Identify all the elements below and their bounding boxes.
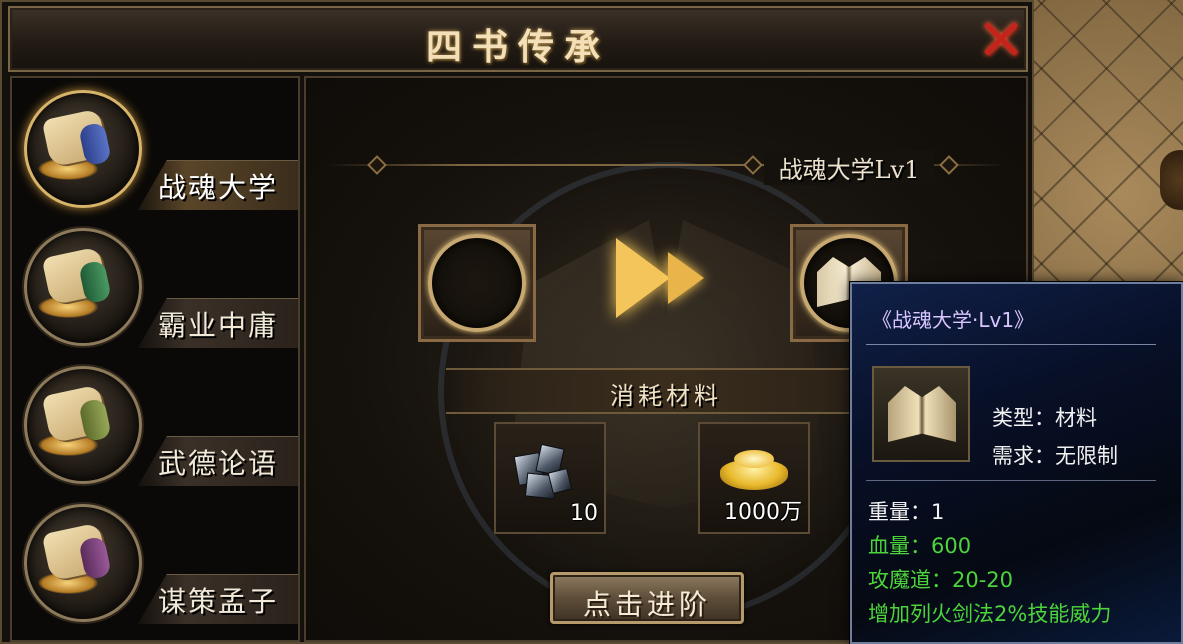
tooltip-item-icon	[872, 366, 970, 462]
scroll-icon	[38, 384, 114, 456]
material-slot-gold[interactable]: 1000万	[698, 422, 810, 534]
tooltip-weight: 重量：1	[868, 500, 945, 524]
ore-icon	[512, 440, 573, 500]
material-quantity: 1000万	[724, 500, 802, 525]
tab-mouce-mengzi[interactable]: 谋策孟子	[18, 498, 298, 630]
tab-label: 霸业中庸	[158, 309, 279, 342]
world-object	[1160, 150, 1183, 210]
tooltip-item-name: 《战魂大学·Lv1》	[872, 308, 1035, 332]
tab-label: 战魂大学	[158, 171, 279, 204]
scroll-icon	[38, 246, 114, 318]
title-bar: 四书传承 ✕	[8, 6, 1028, 72]
open-book-icon	[888, 386, 956, 442]
level-title: 战魂大学Lv1	[764, 150, 934, 185]
tab-label: 谋策孟子	[158, 585, 279, 618]
close-icon[interactable]: ✕	[972, 11, 1030, 69]
scroll-icon	[38, 522, 114, 594]
empty-slot-ring	[428, 234, 526, 332]
advance-arrow-icon	[612, 238, 716, 318]
tooltip-attack: 攻魔道：20-20	[868, 568, 1014, 592]
tooltip-type: 类型：材料	[992, 406, 1097, 430]
window-title: 四书传承	[425, 26, 610, 68]
scroll-icon	[38, 108, 114, 180]
tab-label: 武德论语	[158, 447, 279, 480]
advance-button[interactable]: 点击进阶	[550, 572, 744, 624]
tab-wude-lunyu[interactable]: 武德论语	[18, 360, 298, 492]
tab-baye-zhongyong[interactable]: 霸业中庸	[18, 222, 298, 354]
tooltip-requirement: 需求：无限制	[992, 444, 1118, 468]
consume-label: 消耗材料	[610, 382, 722, 410]
advance-button-label: 点击进阶	[582, 588, 711, 621]
book-tab-list: 战魂大学 霸业中庸 武德论语 谋策孟子	[10, 76, 300, 642]
item-tooltip: 《战魂大学·Lv1》 类型：材料 需求：无限制 重量：1 血量：600 攻魔道：…	[850, 282, 1183, 644]
source-slot[interactable]	[418, 224, 536, 342]
material-slot-ore[interactable]: 10	[494, 422, 606, 534]
material-quantity: 10	[570, 501, 598, 526]
tooltip-skill-bonus: 增加列火剑法2%技能威力	[868, 602, 1112, 626]
tooltip-hp: 血量：600	[868, 534, 972, 558]
consume-header: 消耗材料	[446, 368, 886, 414]
tab-zhanhun-daxue[interactable]: 战魂大学	[18, 84, 298, 216]
